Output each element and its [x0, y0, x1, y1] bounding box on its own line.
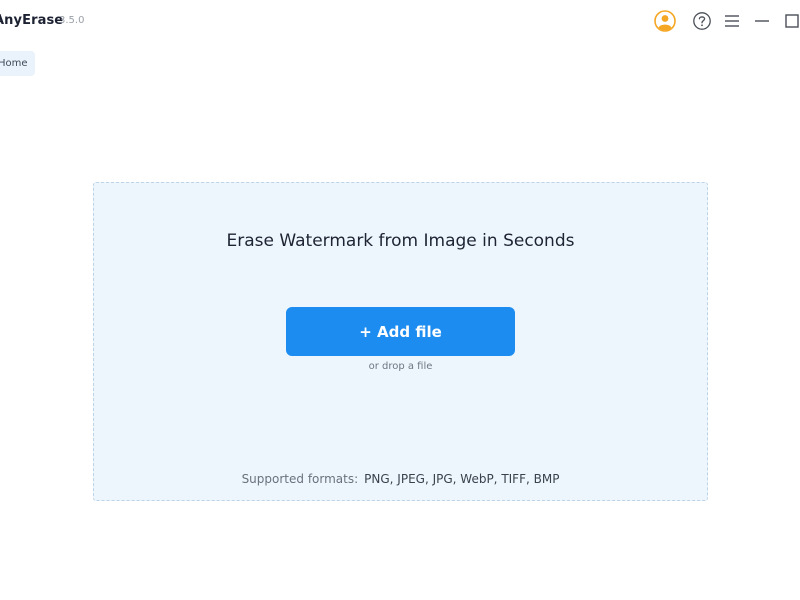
file-drop-zone[interactable]: Erase Watermark from Image in Seconds + … [93, 182, 708, 501]
menu-icon[interactable] [721, 10, 743, 32]
add-file-button-label: + Add file [359, 322, 442, 341]
app-name: AnyErase [0, 13, 64, 28]
title-bar: AnyErase 3.5.0 [0, 0, 800, 44]
help-icon[interactable] [691, 10, 713, 32]
app-version: 3.5.0 [59, 15, 85, 26]
home-tab[interactable]: Home [0, 51, 35, 76]
home-tab-label: Home [0, 58, 28, 69]
drop-hint: or drop a file [368, 361, 433, 372]
supported-formats-label: Supported formats: [241, 472, 359, 486]
maximize-icon[interactable] [781, 10, 800, 32]
supported-formats: Supported formats: PNG, JPEG, JPG, WebP, … [94, 472, 707, 486]
account-icon[interactable] [654, 10, 676, 32]
upload-headline: Erase Watermark from Image in Seconds [226, 231, 575, 251]
supported-formats-list: PNG, JPEG, JPG, WebP, TIFF, BMP [364, 472, 560, 486]
add-file-button[interactable]: + Add file [286, 307, 515, 356]
minimize-icon[interactable] [751, 10, 773, 32]
